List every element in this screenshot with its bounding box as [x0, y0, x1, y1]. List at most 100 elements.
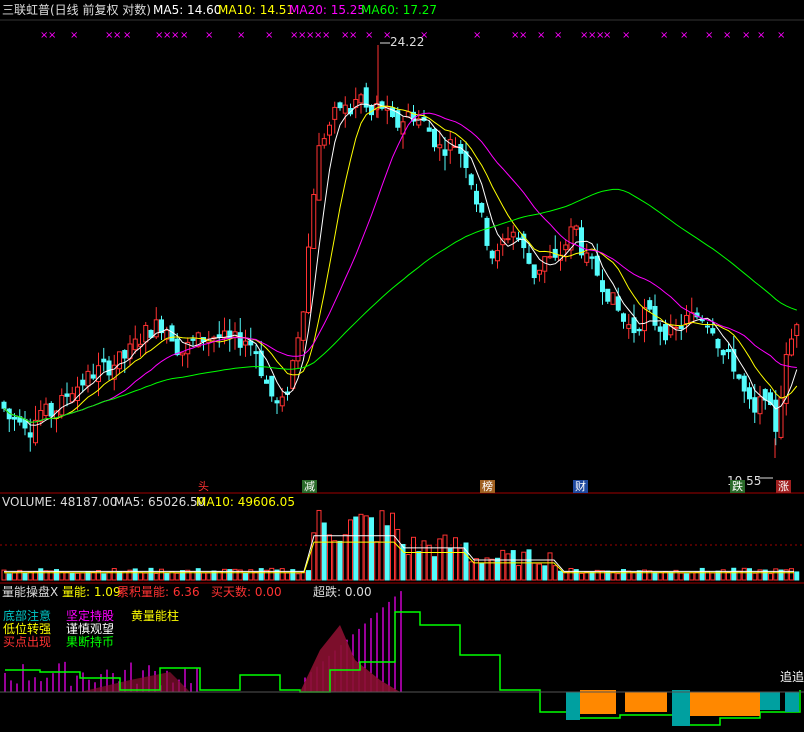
candle-up	[342, 104, 348, 114]
legend-cautious-watch: 谨慎观望	[66, 622, 115, 636]
marker-reduce[interactable]: 减	[302, 480, 317, 493]
volume-bar	[689, 572, 695, 581]
volume-bar	[537, 563, 542, 581]
candle-down	[636, 328, 642, 332]
volume-bar	[143, 572, 149, 581]
marker-finance[interactable]: 财	[573, 480, 588, 493]
legend-decisive-sell: 果断持币	[66, 635, 115, 649]
candle-up	[243, 340, 248, 346]
candle-up	[495, 250, 500, 262]
candle-down	[48, 402, 54, 417]
volume-bar	[348, 519, 353, 581]
volume-bar	[416, 551, 422, 581]
volume-bar	[390, 512, 395, 581]
volume-bar	[138, 572, 143, 581]
volume-bar	[589, 571, 595, 581]
indicator-title[interactable]: 量能操盘X	[2, 585, 58, 599]
indicator-block	[672, 690, 690, 726]
volume-bar	[636, 570, 642, 581]
candle-down	[615, 296, 621, 311]
volume-bar	[432, 556, 437, 581]
candle-up	[684, 314, 689, 325]
signal-mark: ×	[473, 30, 481, 41]
candle-down	[710, 328, 716, 334]
candle-down	[90, 374, 96, 379]
candle-down	[600, 280, 605, 293]
candle-up	[279, 396, 285, 407]
volume-bar	[201, 572, 206, 581]
marker-head[interactable]: 头	[196, 480, 211, 493]
candle-up	[43, 403, 49, 416]
volume-bar	[521, 551, 527, 581]
volume-bar	[600, 570, 605, 581]
indicator-block	[566, 692, 580, 720]
legend-yellow-energy: 黄量能柱	[131, 609, 180, 623]
candle-down	[647, 300, 653, 310]
candle-up	[295, 337, 301, 362]
volume-bar	[468, 561, 474, 581]
volume-bar	[80, 572, 86, 581]
ma20-line	[3, 112, 797, 423]
candle-down	[269, 375, 275, 397]
signal-mark: ×	[537, 30, 545, 41]
candlestick-chart[interactable]: × × × × × × × × × × × × × × × × × × × × × × × × × × × × × × ×× × × × × × × × ×	[0, 0, 804, 732]
marker-list[interactable]: 榜	[480, 480, 495, 493]
signal-mark: ×	[70, 30, 78, 41]
candle-up	[180, 352, 185, 356]
candle-up	[232, 331, 238, 338]
buy-days-label: 买天数: 0.00	[211, 585, 282, 599]
signal-mark: ×	[265, 30, 273, 41]
ma10-line	[3, 105, 798, 423]
volume-bar	[101, 573, 107, 581]
candle-down	[731, 349, 737, 372]
candle-down	[589, 256, 595, 259]
volume-ma5-label: MA5: 65026.50	[114, 495, 206, 509]
signal-mark: ×	[757, 30, 765, 41]
candle-down	[432, 128, 437, 148]
marker-rise[interactable]: 涨	[776, 480, 791, 493]
signal-mark: ×	[205, 30, 213, 41]
volume-bar	[547, 552, 553, 581]
candle-up	[327, 124, 332, 136]
volume-bar	[332, 540, 338, 581]
candle-down	[736, 374, 742, 379]
volume-bar	[111, 568, 117, 581]
candle-up	[505, 238, 511, 241]
volume-bar	[789, 568, 794, 581]
high-price-label: 24.22	[390, 35, 425, 49]
candle-down	[274, 400, 280, 404]
candle-up	[117, 351, 122, 370]
signal-mark: ×	[777, 30, 785, 41]
candle-down	[264, 379, 269, 384]
volume-bar	[647, 570, 653, 581]
volume-bar	[552, 565, 558, 581]
candle-up	[132, 338, 138, 351]
volume-bar	[657, 572, 663, 581]
marker-fall[interactable]: 跌	[730, 480, 745, 493]
candle-down	[106, 360, 112, 376]
volume-bar	[164, 573, 170, 581]
volume-bar	[615, 573, 621, 581]
volume-bar	[96, 570, 101, 581]
candle-down	[216, 334, 222, 338]
volume-bar	[253, 571, 259, 581]
candle-up	[316, 145, 322, 201]
volume-bar	[106, 572, 112, 581]
volume-bar	[195, 568, 201, 581]
volume-bar	[447, 548, 453, 581]
candle-down	[80, 379, 86, 386]
volume-bar	[132, 568, 138, 581]
chase-label: 追追	[780, 670, 804, 684]
volume-bar	[153, 572, 159, 581]
signal-mark: ×	[123, 30, 131, 41]
ma5-line	[3, 103, 798, 426]
volume-bar	[180, 570, 185, 581]
candle-up	[794, 324, 800, 337]
volume-bar	[285, 572, 290, 581]
candle-down	[715, 338, 721, 349]
volume-bar	[258, 568, 264, 581]
volume-bar	[668, 571, 674, 581]
volume-bar	[489, 558, 495, 581]
candle-down	[64, 393, 70, 397]
candle-up	[59, 395, 65, 416]
